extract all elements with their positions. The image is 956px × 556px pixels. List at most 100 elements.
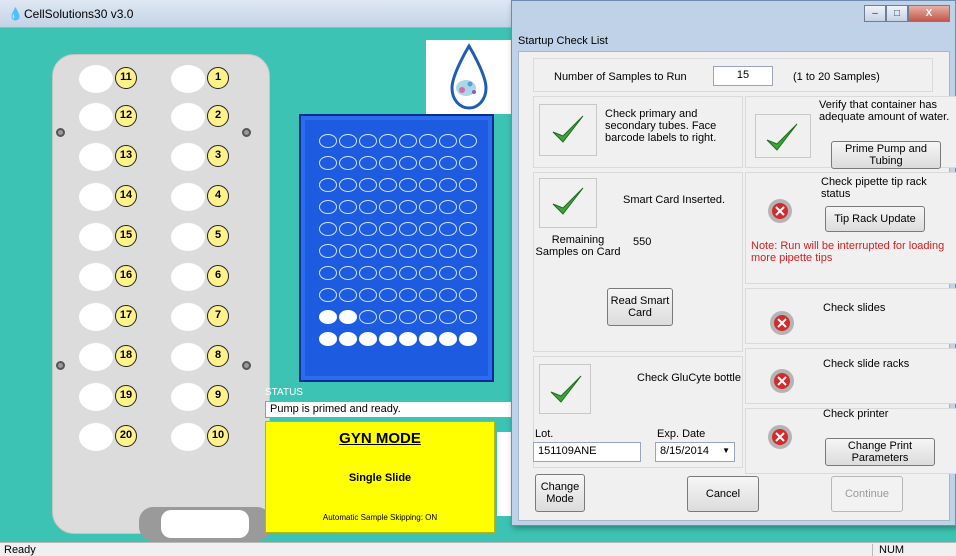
tray-well — [339, 156, 357, 170]
cancel-button[interactable]: Cancel — [687, 476, 759, 512]
tray-well — [399, 332, 417, 346]
rack-slot[interactable] — [171, 223, 205, 251]
rack-slot-label: 12 — [115, 105, 137, 127]
tray-well — [319, 178, 337, 192]
tray-well — [419, 266, 437, 280]
tray-well — [379, 310, 397, 324]
rack-slot[interactable] — [171, 423, 205, 451]
tray-well — [359, 266, 377, 280]
rack-slot[interactable] — [79, 383, 113, 411]
rack-slot[interactable] — [79, 303, 113, 331]
rack-slot-label: 17 — [115, 305, 137, 327]
tray-well — [439, 310, 457, 324]
tray-well — [359, 288, 377, 302]
rack-slot[interactable] — [79, 423, 113, 451]
tray-well — [459, 288, 477, 302]
rack-slot-label: 11 — [115, 67, 137, 89]
change-mode-button[interactable]: Change Mode — [535, 474, 585, 512]
tray-well — [439, 178, 457, 192]
rack-slot[interactable] — [79, 143, 113, 171]
tray-well — [379, 244, 397, 258]
close-icon[interactable]: X — [908, 5, 950, 22]
tubes-text: Check primary and secondary tubes. Face … — [605, 108, 717, 144]
tray-well — [339, 222, 357, 236]
exp-date-field[interactable]: 8/15/2014 ▼ — [655, 442, 735, 462]
rack-slot-label: 15 — [115, 225, 137, 247]
tray-well — [319, 156, 337, 170]
tray-well — [459, 200, 477, 214]
window-title: CellSolutions30 v3.0 — [24, 7, 134, 21]
rack-slot[interactable] — [79, 103, 113, 131]
tray-well — [339, 332, 357, 346]
tray-well — [459, 266, 477, 280]
tray-well — [319, 266, 337, 280]
exp-date-value: 8/15/2014 — [660, 445, 709, 457]
maximize-icon[interactable]: □ — [886, 5, 908, 22]
tray-well — [459, 222, 477, 236]
minimize-icon[interactable]: – — [864, 5, 886, 22]
tray-well — [339, 134, 357, 148]
tray-well — [339, 178, 357, 192]
tray-well — [419, 244, 437, 258]
rack-slot-label: 7 — [207, 305, 229, 327]
status-ready: Ready — [4, 544, 36, 556]
rack-slot[interactable] — [171, 65, 205, 93]
rack-slot-label: 10 — [207, 425, 229, 447]
continue-button[interactable]: Continue — [831, 476, 903, 512]
rack-slot-label: 2 — [207, 105, 229, 127]
error-x-icon — [770, 311, 794, 335]
samples-range: (1 to 20 Samples) — [793, 71, 880, 83]
rack-slot[interactable] — [171, 303, 205, 331]
tray-well — [439, 134, 457, 148]
tray-well — [359, 200, 377, 214]
tray-well — [379, 288, 397, 302]
status-label: STATUS — [265, 387, 303, 398]
samples-input[interactable]: 15 — [713, 66, 773, 86]
tray-well — [439, 156, 457, 170]
tray-well — [399, 178, 417, 192]
rack-handle — [139, 507, 271, 541]
rack-slot[interactable] — [171, 143, 205, 171]
tray-well — [379, 178, 397, 192]
printer-text: Check printer — [823, 408, 889, 420]
statusbar: Ready NUM — [0, 542, 956, 556]
lot-input[interactable]: 151109ANE — [533, 442, 641, 462]
rack-slot[interactable] — [171, 383, 205, 411]
rack-slot[interactable] — [171, 103, 205, 131]
rack-slot-label: 9 — [207, 385, 229, 407]
slides-text: Check slides — [823, 302, 886, 314]
mode-title: GYN MODE — [339, 430, 421, 447]
screw-icon — [56, 361, 65, 370]
chevron-down-icon[interactable]: ▼ — [722, 446, 730, 455]
error-x-icon — [770, 369, 794, 393]
remaining-value: 550 — [633, 236, 652, 248]
tray-well — [439, 266, 457, 280]
rack-slot[interactable] — [171, 183, 205, 211]
read-smart-card-button[interactable]: Read Smart Card — [607, 288, 673, 326]
prime-pump-button[interactable]: Prime Pump and Tubing — [831, 141, 941, 169]
rack-slot-label: 14 — [115, 185, 137, 207]
tray-well — [459, 310, 477, 324]
tray-well — [359, 310, 377, 324]
tray-well — [459, 332, 477, 346]
tray-well — [439, 200, 457, 214]
slide-tray — [299, 114, 494, 382]
tray-well — [439, 332, 457, 346]
rack-slot[interactable] — [79, 65, 113, 93]
rack-slot[interactable] — [171, 263, 205, 291]
checkmark-icon — [766, 123, 798, 151]
rack-slot[interactable] — [171, 343, 205, 371]
status-field: Pump is primed and ready. — [265, 401, 513, 418]
rack-slot[interactable] — [79, 223, 113, 251]
tray-well — [379, 266, 397, 280]
status-num: NUM — [872, 544, 916, 556]
slide-racks-text: Check slide racks — [823, 358, 910, 370]
tray-well — [459, 156, 477, 170]
rack-slot[interactable] — [79, 183, 113, 211]
rack-slot[interactable] — [79, 343, 113, 371]
tray-well — [339, 244, 357, 258]
tip-rack-update-button[interactable]: Tip Rack Update — [825, 206, 925, 232]
change-print-parameters-button[interactable]: Change Print Parameters — [825, 438, 935, 466]
drop-logo-icon — [450, 43, 488, 110]
rack-slot[interactable] — [79, 263, 113, 291]
